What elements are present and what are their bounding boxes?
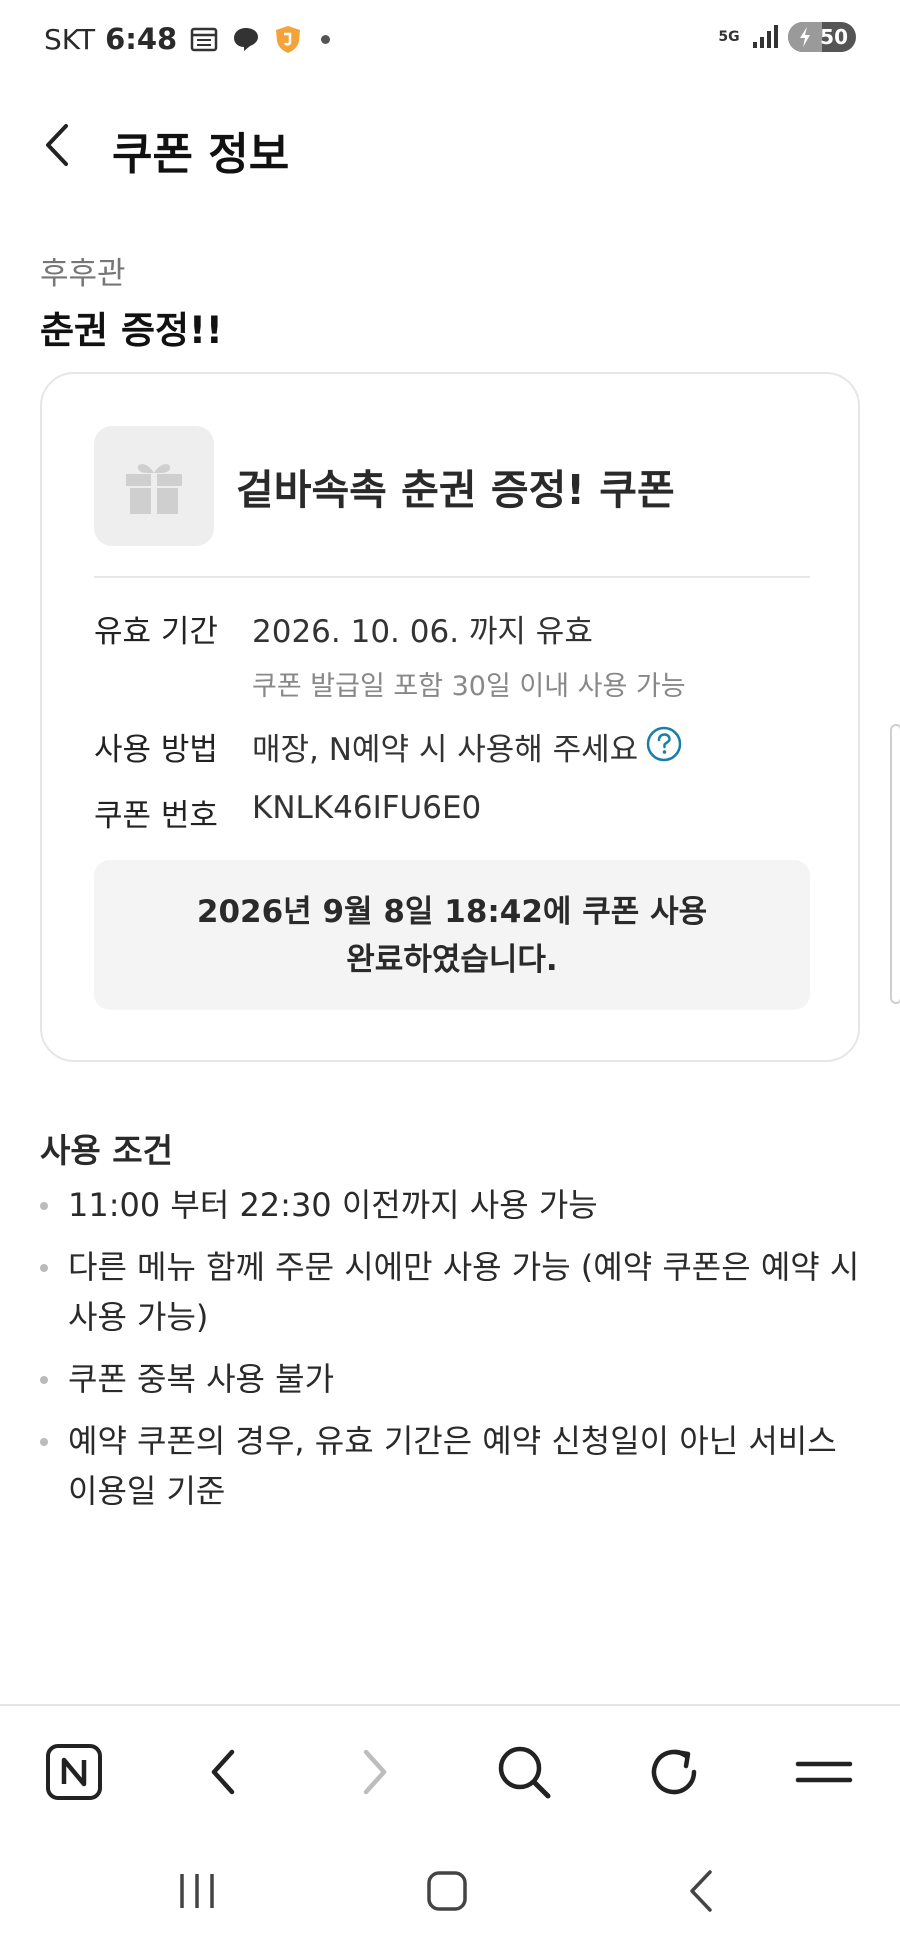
usage-complete-notice: 2026년 9월 8일 18:42에 쿠폰 사용 완료하였습니다. [94,860,810,1010]
menu-button[interactable] [792,1740,856,1804]
gift-icon [126,464,182,514]
naver-home-icon [46,1744,102,1800]
divider [94,576,810,578]
coupon-name: 겉바속촉 춘권 증정! 쿠폰 [236,466,675,514]
bullet-icon [40,1376,48,1384]
usage-label: 사용 방법 [94,732,218,768]
carrier-label: SKT [44,22,96,56]
back-icon [211,1749,235,1795]
notification-dot-icon [321,34,331,44]
condition-text: 쿠폰 중복 사용 불가 [68,1360,335,1398]
browser-toolbar [0,1704,900,1834]
validity-note: 쿠폰 발급일 포함 30일 이내 사용 가능 [252,671,686,702]
refresh-button[interactable] [642,1740,706,1804]
bullet-icon [40,1202,48,1210]
browser-back-button[interactable] [192,1740,256,1804]
refresh-icon [651,1749,697,1795]
usage-value: 매장, N예약 시 사용해 주세요 [252,732,639,768]
condition-item: 예약 쿠폰의 경우, 유효 기간은 예약 신청일이 아닌 서비스 이용일 기준 [40,1416,860,1516]
coupon-title: 춘권 증정!! [40,309,223,352]
validity-label: 유효 기간 [94,614,218,650]
app-header: 쿠폰 정보 [0,100,900,190]
search-icon [498,1746,551,1799]
condition-item: 쿠폰 중복 사용 불가 [40,1354,860,1404]
bullet-icon [40,1438,48,1446]
search-button[interactable] [492,1740,556,1804]
condition-text: 다른 메뉴 함께 주문 시에만 사용 가능 (예약 쿠폰은 예약 시 사용 가능… [68,1248,860,1336]
back-button[interactable] [38,120,78,170]
system-nav-bar [0,1834,900,1950]
browser-forward-button[interactable] [342,1740,406,1804]
naver-home-button[interactable] [42,1740,106,1804]
shield-app-icon [273,24,303,54]
bullet-icon [40,1264,48,1272]
coupon-card: 겉바속촉 춘권 증정! 쿠폰 유효 기간 2026. 10. 06. 까지 유효… [40,372,860,1062]
status-bar: SKT 6:48 5G 50 [0,0,900,84]
usage-complete-line2: 완료하였습니다. [346,942,558,978]
coupon-number-value: KNLK46IFU6E0 [252,790,482,826]
forward-icon [363,1749,387,1795]
store-name: 후후관 [40,256,126,292]
conditions-list: 11:00 부터 22:30 이전까지 사용 가능 다른 메뉴 함께 주문 시에… [40,1180,860,1528]
recent-apps-button[interactable] [172,1866,222,1916]
network-type-icon: 5G [718,29,740,45]
signal-icon [750,22,780,52]
menu-icon [795,1761,853,1783]
system-back-icon [690,1870,712,1912]
system-back-button[interactable] [676,1866,726,1916]
help-icon[interactable] [646,726,682,762]
battery-icon: 50 [788,22,856,52]
coupon-number-label: 쿠폰 번호 [94,798,218,834]
recent-apps-icon [180,1874,214,1908]
page-title: 쿠폰 정보 [112,129,290,180]
validity-value: 2026. 10. 06. 까지 유효 [252,614,593,650]
chat-bubble-icon [231,24,261,54]
condition-item: 11:00 부터 22:30 이전까지 사용 가능 [40,1180,860,1230]
battery-level: 50 [820,25,848,49]
usage-complete-line1: 2026년 9월 8일 18:42에 쿠폰 사용 [196,894,708,930]
gift-icon-box [94,426,214,546]
condition-text: 11:00 부터 22:30 이전까지 사용 가능 [68,1186,598,1224]
home-icon [427,1871,467,1911]
calendar-icon [189,24,219,54]
home-button[interactable] [422,1866,472,1916]
condition-item: 다른 메뉴 함께 주문 시에만 사용 가능 (예약 쿠폰은 예약 시 사용 가능… [40,1242,860,1342]
scroll-handle[interactable] [890,724,900,1004]
clock: 6:48 [105,22,178,56]
conditions-title: 사용 조건 [40,1131,173,1170]
condition-text: 예약 쿠폰의 경우, 유효 기간은 예약 신청일이 아닌 서비스 이용일 기준 [68,1422,837,1510]
chevron-left-icon [46,124,68,166]
